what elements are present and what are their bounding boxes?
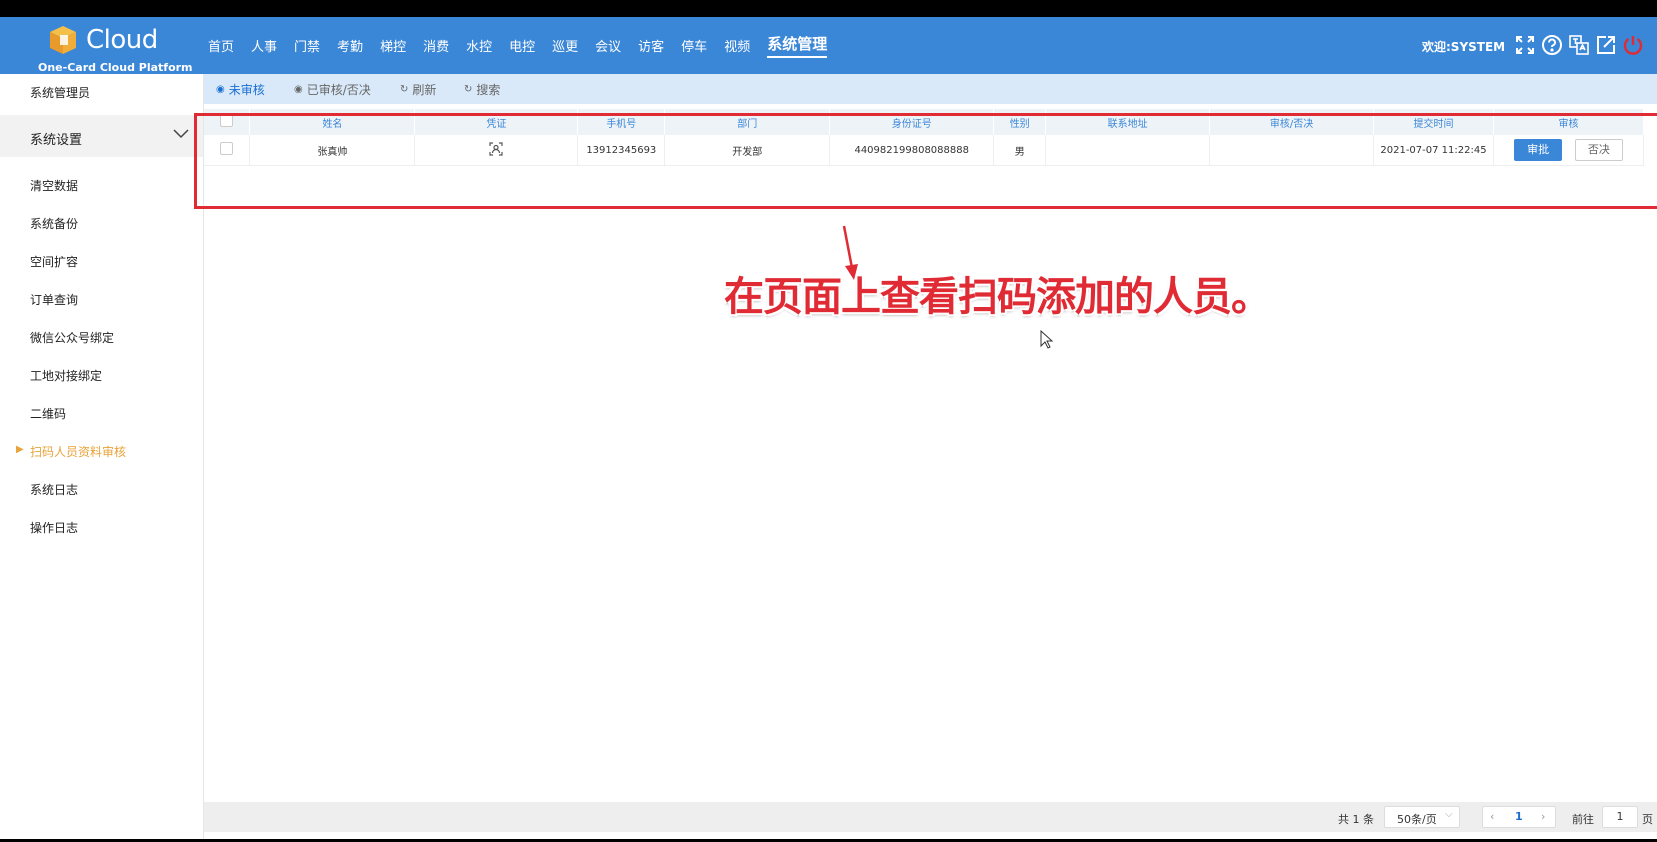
refresh-button[interactable]: ↻ 刷新: [400, 81, 436, 98]
pagination-footer: 共 1 条 50条/页 ⌵ ‹ 1 › 前往 1 页: [204, 802, 1657, 832]
search-button[interactable]: ↻ 搜索: [464, 81, 500, 98]
col-address: 联系地址: [1045, 109, 1211, 135]
cell-gender: 男: [993, 135, 1047, 166]
table-row: 张真帅 13912345693 开发部 440982199808088888 男…: [204, 135, 1645, 166]
fullscreen-icon[interactable]: [1514, 34, 1536, 56]
help-icon[interactable]: [1541, 34, 1563, 56]
sidebar-item-orders[interactable]: 订单查询: [30, 291, 78, 308]
col-action: 审核: [1493, 109, 1645, 135]
logo-text: Cloud: [86, 25, 158, 55]
nav-consumption[interactable]: 消费: [423, 36, 449, 55]
sidebar-item-expand-space[interactable]: 空间扩容: [30, 253, 78, 270]
radio-icon: ◉: [216, 84, 225, 95]
nav-elevator[interactable]: 梯控: [380, 36, 406, 55]
nav-system-admin[interactable]: 系统管理: [767, 33, 828, 58]
reject-button[interactable]: 否决: [1574, 139, 1623, 161]
nav-video[interactable]: 视频: [724, 36, 750, 55]
top-nav: 首页 人事 门禁 考勤 梯控 消费 水控 电控 巡更 会议 访客 停车 视频 系…: [208, 17, 844, 74]
page-unit-label: 页: [1642, 813, 1653, 826]
nav-access[interactable]: 门禁: [294, 36, 320, 55]
sidebar-item-site-bind[interactable]: 工地对接绑定: [30, 367, 102, 384]
sidebar-item-clear-data[interactable]: 清空数据: [30, 177, 78, 194]
col-review-status: 审核/否决: [1209, 109, 1375, 135]
col-dept: 部门: [664, 109, 831, 135]
tab-reviewed[interactable]: ◉ 已审核/否决: [294, 81, 371, 98]
sidebar-item-scan-review[interactable]: 扫码人员资料审核: [30, 443, 126, 460]
cell-dept: 开发部: [664, 135, 831, 166]
power-icon[interactable]: [1622, 34, 1644, 56]
sidebar-item-system-log[interactable]: 系统日志: [30, 481, 78, 498]
cell-phone: 13912345693: [577, 135, 666, 166]
header-icons: [1514, 34, 1649, 56]
col-id-number: 身份证号: [829, 109, 995, 135]
logo-cube-icon: [50, 26, 76, 54]
app-window: Cloud One-Card Cloud Platform 首页 人事 门禁 考…: [0, 17, 1657, 839]
cell-id-number: 440982199808088888: [829, 135, 995, 166]
cell-actions: 审批 否决: [1493, 135, 1645, 166]
nav-power[interactable]: 电控: [509, 36, 535, 55]
col-name: 姓名: [249, 109, 416, 135]
goto-page-input[interactable]: 1: [1602, 806, 1638, 828]
chevron-down-icon: ⌵: [1445, 809, 1453, 820]
face-scan-icon[interactable]: [489, 141, 503, 156]
goto-label: 前往: [1572, 813, 1594, 826]
nav-patrol[interactable]: 巡更: [552, 36, 578, 55]
toolbar: ◉ 未审核 ◉ 已审核/否决 ↻ 刷新 ↻ 搜索: [204, 74, 1657, 104]
approve-button[interactable]: 审批: [1514, 139, 1563, 161]
logo-subtitle: One-Card Cloud Platform: [38, 61, 193, 74]
review-table: 姓名 凭证 手机号 部门 身份证号 性别 联系地址 审核/否决 提交时间 审核 …: [204, 109, 1645, 166]
pager: ‹ 1 ›: [1482, 806, 1556, 828]
logo[interactable]: Cloud One-Card Cloud Platform: [38, 21, 193, 74]
language-icon[interactable]: [1568, 34, 1590, 56]
nav-meeting[interactable]: 会议: [595, 36, 621, 55]
search-icon: ↻: [464, 84, 473, 95]
page-number-current[interactable]: 1: [1515, 810, 1523, 823]
page-size-select[interactable]: 50条/页 ⌵: [1384, 806, 1460, 828]
annotation-caption: 在页面上查看扫码添加的人员。: [724, 274, 1271, 320]
nav-water[interactable]: 水控: [466, 36, 492, 55]
top-header: Cloud One-Card Cloud Platform 首页 人事 门禁 考…: [0, 17, 1657, 74]
col-gender: 性别: [993, 109, 1047, 135]
next-page-icon[interactable]: ›: [1541, 810, 1545, 823]
sidebar-group-system-settings[interactable]: 系统设置: [0, 115, 203, 157]
col-phone: 手机号: [577, 109, 666, 135]
export-icon[interactable]: [1595, 34, 1617, 56]
welcome-text: 欢迎:SYSTEM: [1422, 40, 1506, 54]
select-all-checkbox[interactable]: [204, 109, 251, 135]
row-checkbox[interactable]: [204, 135, 251, 166]
nav-visitor[interactable]: 访客: [638, 36, 664, 55]
sidebar-item-qrcode[interactable]: 二维码: [30, 405, 66, 422]
col-credential: 凭证: [414, 109, 579, 135]
mouse-cursor-icon: [1040, 330, 1054, 349]
nav-attendance[interactable]: 考勤: [337, 36, 363, 55]
cell-review-status: [1209, 135, 1375, 166]
prev-page-icon[interactable]: ‹: [1490, 810, 1494, 823]
nav-home[interactable]: 首页: [208, 36, 234, 55]
nav-parking[interactable]: 停车: [681, 36, 707, 55]
chevron-down-icon: [173, 129, 189, 139]
table-header-row: 姓名 凭证 手机号 部门 身份证号 性别 联系地址 审核/否决 提交时间 审核: [204, 109, 1645, 135]
cell-submit-time: 2021-07-07 11:22:45: [1373, 135, 1494, 166]
refresh-icon: ↻: [400, 84, 409, 95]
active-marker-icon: ▶: [16, 444, 24, 455]
nav-personnel[interactable]: 人事: [251, 36, 277, 55]
sidebar-group-label: 系统设置: [30, 133, 83, 148]
main-content: ◉ 未审核 ◉ 已审核/否决 ↻ 刷新 ↻ 搜索 姓名 凭证 手机号 部门 身份…: [194, 74, 1657, 839]
cell-name: 张真帅: [249, 135, 416, 166]
sidebar-item-operation-log[interactable]: 操作日志: [30, 519, 78, 536]
col-submit-time: 提交时间: [1373, 109, 1494, 135]
total-count: 共 1 条: [1338, 813, 1374, 826]
sidebar-item-wechat-bind[interactable]: 微信公众号绑定: [30, 329, 114, 346]
sidebar: 系统管理员 系统设置 清空数据 系统备份 空间扩容 订单查询 微信公众号绑定 工…: [0, 74, 204, 839]
cell-address: [1045, 135, 1211, 166]
radio-icon: ◉: [294, 84, 303, 95]
sidebar-item-backup[interactable]: 系统备份: [30, 215, 78, 232]
cell-credential[interactable]: [414, 135, 579, 166]
tab-pending[interactable]: ◉ 未审核: [216, 81, 265, 98]
sidebar-item-system-admin[interactable]: 系统管理员: [30, 84, 90, 101]
